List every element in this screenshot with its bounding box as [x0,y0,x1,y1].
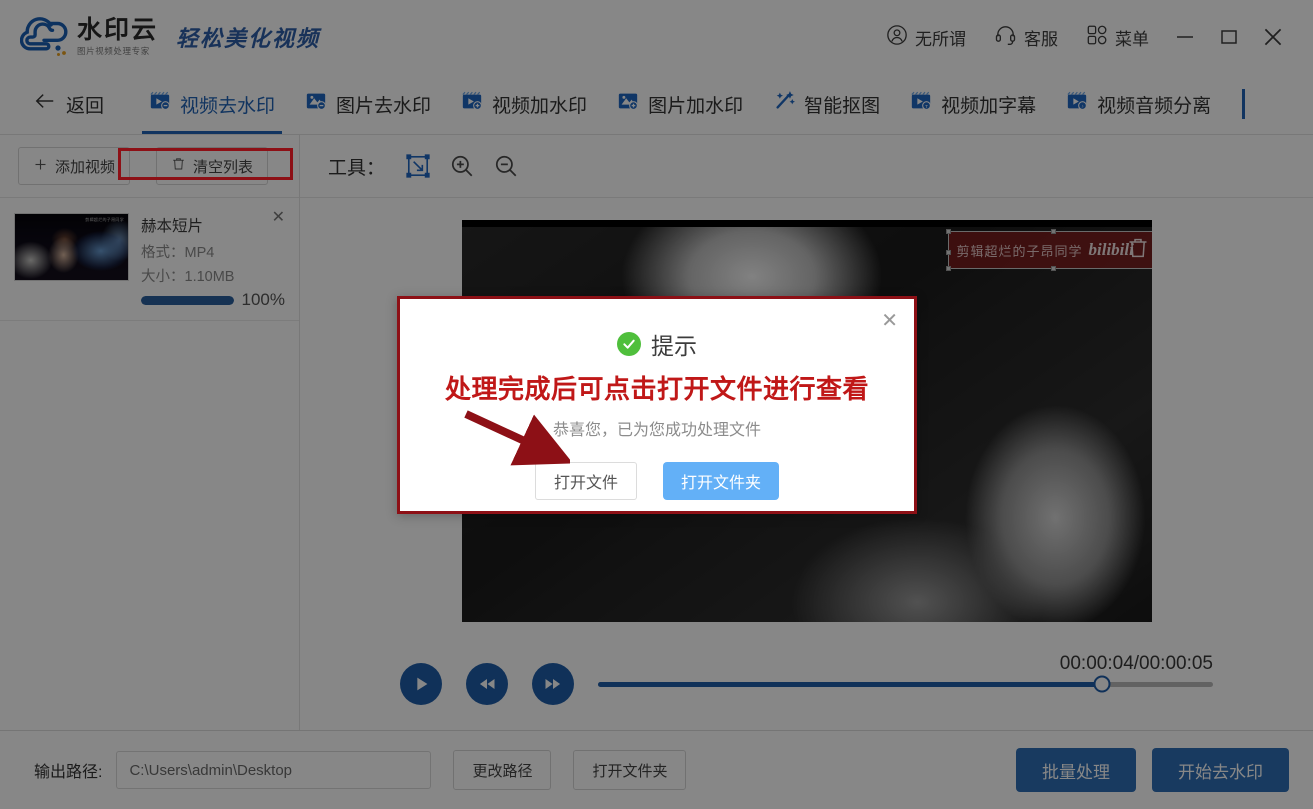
dialog-title: 提示 [651,327,697,361]
dialog-headline: 处理完成后可点击打开文件进行查看 [400,369,914,406]
success-check-icon [617,332,641,356]
dialog-subtext: 恭喜您，已为您成功处理文件 [400,416,914,440]
dialog-close-icon[interactable]: ✕ [881,311,898,331]
dialog-open-folder-button[interactable]: 打开文件夹 [663,462,779,500]
success-dialog: ✕ 提示 处理完成后可点击打开文件进行查看 恭喜您，已为您成功处理文件 打开文件… [397,296,917,514]
dialog-title-row: 提示 [400,327,914,361]
dialog-open-file-button[interactable]: 打开文件 [535,462,637,500]
dialog-actions: 打开文件 打开文件夹 [400,462,914,500]
